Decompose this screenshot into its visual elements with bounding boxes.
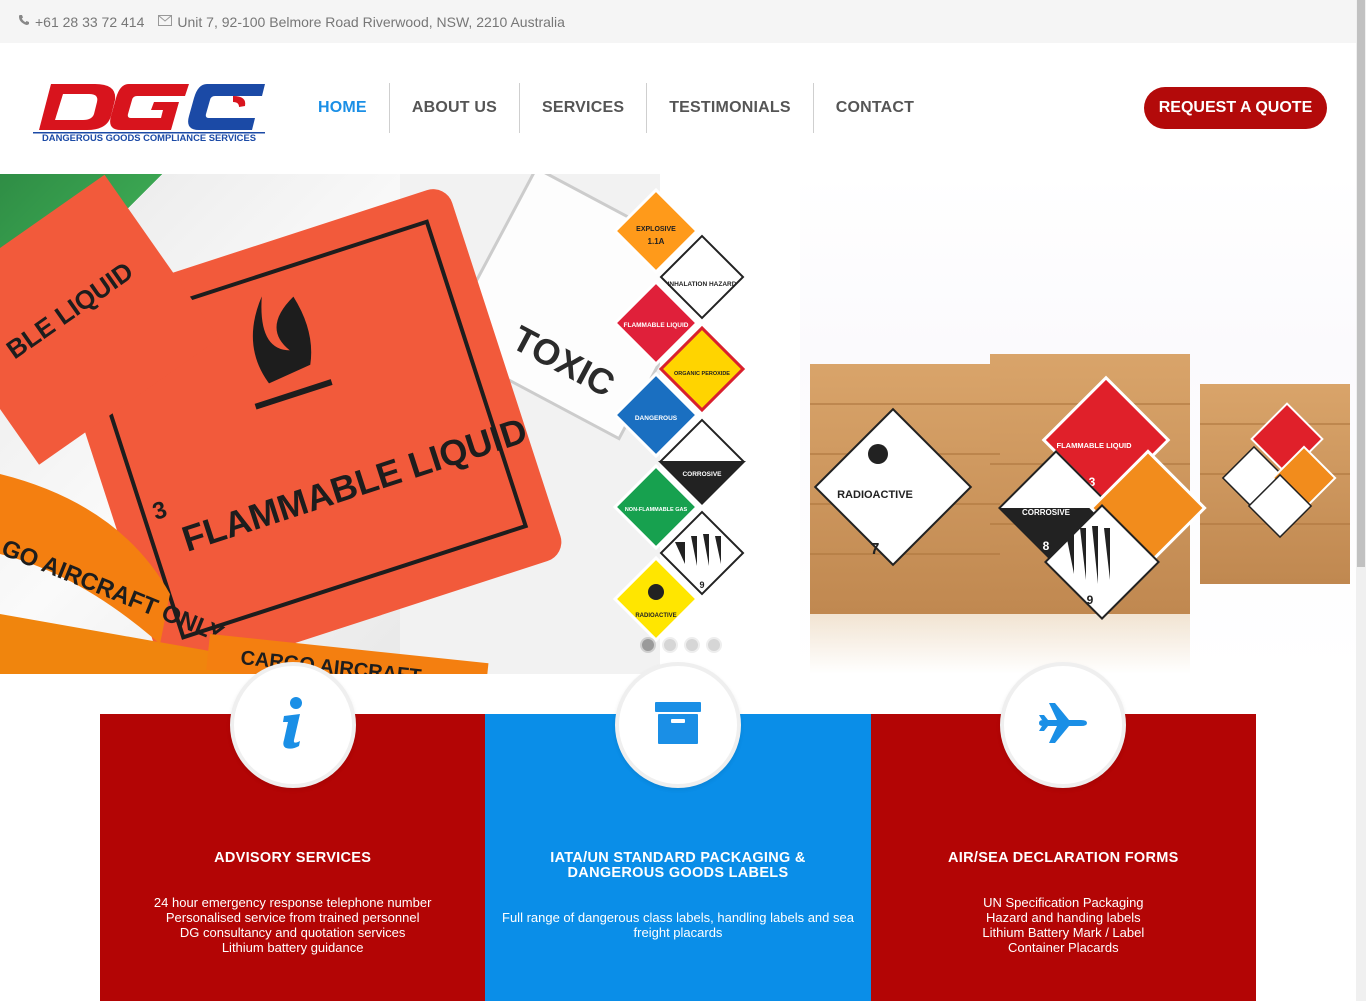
hero-labels-image: TOXIC FLAMMABLE LIQUID 3 BLE LIQUID GO A… [0, 174, 660, 674]
phone-icon [18, 14, 30, 29]
svg-text:INHALATION HAZARD: INHALATION HAZARD [668, 281, 737, 288]
address-text: Unit 7, 92-100 Belmore Road Riverwood, N… [177, 13, 565, 30]
hero-slider[interactable]: TOXIC FLAMMABLE LIQUID 3 BLE LIQUID GO A… [0, 174, 1356, 674]
slide-dot-2[interactable] [662, 637, 678, 653]
feature-line: Hazard and handing labels [985, 910, 1141, 925]
svg-text:1.1A: 1.1A [648, 237, 665, 246]
feature-title-line: DANGEROUS GOODS LABELS [567, 865, 789, 881]
feature-line: Lithium Battery Mark / Label [982, 925, 1145, 940]
feature-title: ADVISORY SERVICES [214, 850, 372, 866]
scrollbar-thumb[interactable] [1357, 0, 1365, 567]
feature-line: Container Placards [1008, 940, 1119, 955]
svg-text:8: 8 [1043, 539, 1050, 553]
feature-line: freight placards [633, 925, 723, 940]
hazard-diamonds-column: EXPLOSIVE 1.1A INHALATION HAZARD FLAMMAB… [612, 187, 746, 643]
slide-dot-1[interactable] [640, 637, 656, 653]
phone-contact[interactable]: +61 28 33 72 414 [18, 14, 144, 30]
svg-text:7: 7 [871, 541, 880, 558]
feature-icon-circle [229, 662, 356, 788]
slide-dot-4[interactable] [706, 637, 722, 653]
svg-text:9: 9 [699, 580, 704, 590]
phone-number: +61 28 33 72 414 [35, 13, 145, 30]
feature-line: 24 hour emergency response telephone num… [153, 895, 432, 910]
svg-text:FLAMMABLE LIQUID: FLAMMABLE LIQUID [624, 322, 689, 329]
feature-icon-circle [614, 662, 741, 788]
feature-title-line: IATA/UN STANDARD PACKAGING & [550, 850, 806, 866]
nav-testimonials[interactable]: TESTIMONIALS [647, 83, 814, 133]
main-navigation: HOME ABOUT US SERVICES TESTIMONIALS CONT… [296, 83, 936, 133]
feature-title: AIR/SEA DECLARATION FORMS [948, 850, 1179, 866]
feature-line: Full range of dangerous class labels, ha… [502, 910, 854, 925]
feature-description: UN Specification Packaging Hazard and ha… [881, 895, 1246, 955]
site-header: DANGEROUS GOODS COMPLIANCE SERVICES HOME… [0, 43, 1356, 174]
svg-text:ORGANIC PEROXIDE: ORGANIC PEROXIDE [674, 371, 730, 377]
feature-line: DG consultancy and quotation services [179, 925, 406, 940]
request-quote-button[interactable]: REQUEST A QUOTE [1144, 87, 1327, 129]
address-contact: Unit 7, 92-100 Belmore Road Riverwood, N… [158, 14, 565, 30]
envelope-icon [158, 14, 173, 29]
feature-title: IATA/UN STANDARD PACKAGING & DANGEROUS G… [495, 851, 860, 881]
top-contact-bar: +61 28 33 72 414 Unit 7, 92-100 Belmore … [0, 0, 1356, 43]
svg-text:RADIOACTIVE: RADIOACTIVE [635, 613, 676, 619]
hero-crates-image: RADIOACTIVE 7 FLAMMABLE LIQUID 3 CORROSI… [800, 174, 1356, 674]
feature-description: 24 hour emergency response telephone num… [110, 895, 475, 955]
feature-icon-circle [1000, 662, 1127, 788]
svg-text:NON-FLAMMABLE GAS: NON-FLAMMABLE GAS [625, 507, 688, 513]
page-scrollbar[interactable] [1356, 0, 1366, 1001]
svg-text:RADIOACTIVE: RADIOACTIVE [837, 489, 913, 501]
nav-services[interactable]: SERVICES [520, 83, 648, 133]
logo-tagline: DANGEROUS GOODS COMPLIANCE SERVICES [42, 132, 256, 142]
svg-text:EXPLOSIVE: EXPLOSIVE [636, 226, 676, 233]
svg-text:DANGEROUS: DANGEROUS [635, 415, 678, 422]
crates-illustration: RADIOACTIVE 7 FLAMMABLE LIQUID 3 CORROSI… [810, 354, 1350, 674]
info-icon [278, 696, 308, 755]
airplane-icon [1037, 701, 1089, 750]
feature-packaging-labels[interactable]: IATA/UN STANDARD PACKAGING & DANGEROUS G… [485, 662, 871, 1001]
feature-declaration-forms[interactable]: AIR/SEA DECLARATION FORMS UN Specificati… [870, 662, 1256, 1001]
feature-boxes: ADVISORY SERVICES 24 hour emergency resp… [100, 662, 1256, 1001]
nav-home[interactable]: HOME [296, 83, 390, 133]
nav-contact[interactable]: CONTACT [814, 83, 936, 133]
feature-line: Lithium battery guidance [221, 940, 364, 955]
svg-text:9: 9 [1087, 593, 1094, 607]
feature-advisory-services[interactable]: ADVISORY SERVICES 24 hour emergency resp… [100, 662, 486, 1001]
feature-description: Full range of dangerous class labels, ha… [495, 910, 860, 940]
svg-text:FLAMMABLE LIQUID: FLAMMABLE LIQUID [1057, 441, 1133, 450]
slide-dot-3[interactable] [684, 637, 700, 653]
slider-pagination [640, 637, 728, 653]
svg-text:CORROSIVE: CORROSIVE [1022, 508, 1071, 517]
archive-box-icon [654, 701, 701, 749]
dgc-logo-graphic: DANGEROUS GOODS COMPLIANCE SERVICES [33, 84, 265, 142]
svg-text:CORROSIVE: CORROSIVE [682, 471, 722, 478]
nav-about-us[interactable]: ABOUT US [390, 83, 520, 133]
feature-line: Personalised service from trained person… [165, 910, 420, 925]
site-logo[interactable]: DANGEROUS GOODS COMPLIANCE SERVICES [33, 80, 265, 142]
hazard-labels-illustration: TOXIC FLAMMABLE LIQUID 3 BLE LIQUID GO A… [0, 174, 660, 674]
feature-line: UN Specification Packaging [983, 895, 1144, 910]
